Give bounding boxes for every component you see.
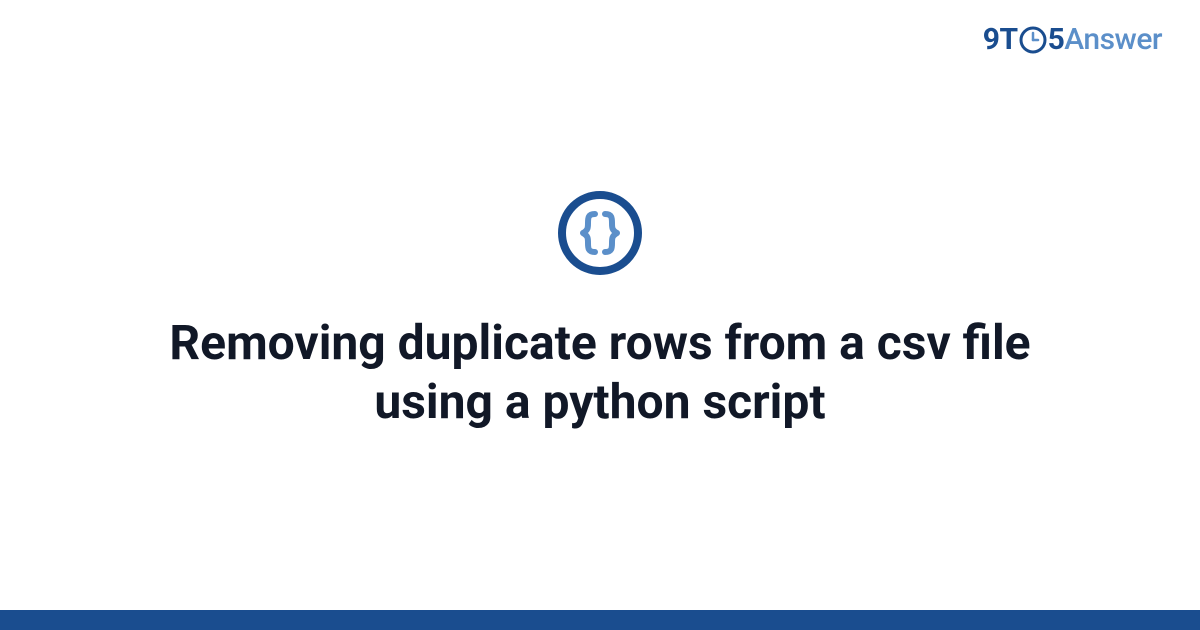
page-title: Removing duplicate rows from a csv file … (110, 314, 1090, 431)
category-badge (555, 188, 645, 278)
main-content: Removing duplicate rows from a csv file … (0, 0, 1200, 630)
footer-accent-bar (0, 610, 1200, 630)
braces-icon (555, 188, 645, 278)
